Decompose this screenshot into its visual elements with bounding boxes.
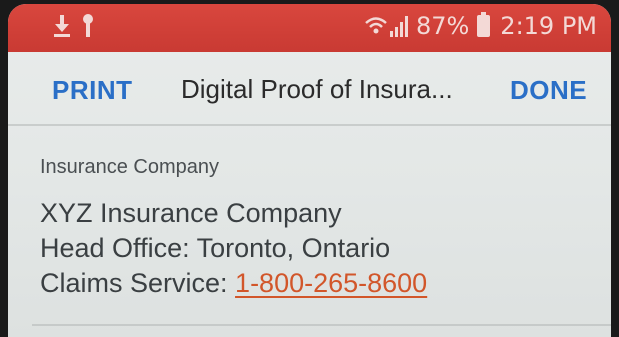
download-icon xyxy=(54,15,70,37)
claims-service: Claims Service: 1-800-265-8600 xyxy=(40,268,427,299)
print-button[interactable]: PRINT xyxy=(52,75,133,106)
divider xyxy=(32,324,611,326)
head-office: Head Office: Toronto, Ontario xyxy=(40,233,391,263)
section-label: Insurance Company xyxy=(40,156,219,178)
claims-label: Claims Service: xyxy=(40,268,236,298)
done-button[interactable]: DONE xyxy=(510,75,587,106)
claims-phone-link[interactable]: 1-800-265-8600 xyxy=(235,268,427,298)
clock-time: 2:19 PM xyxy=(500,12,597,40)
key-icon xyxy=(82,14,94,38)
wifi-signal-icon xyxy=(365,16,408,37)
battery-icon xyxy=(477,12,491,37)
company-name: XYZ Insurance Company xyxy=(40,198,342,228)
device-frame: 87% 2:19 PM PRINT Digital Proof of Insur… xyxy=(0,0,619,337)
page-title: Digital Proof of Insura... xyxy=(181,74,453,104)
phone-screen: 87% 2:19 PM PRINT Digital Proof of Insur… xyxy=(8,4,611,337)
status-left-icons xyxy=(54,14,94,38)
nav-bar: PRINT Digital Proof of Insura... DONE xyxy=(8,52,611,126)
status-right: 87% 2:19 PM xyxy=(364,12,597,40)
status-bar: 87% 2:19 PM xyxy=(8,4,611,52)
battery-percent: 87% xyxy=(415,12,470,40)
